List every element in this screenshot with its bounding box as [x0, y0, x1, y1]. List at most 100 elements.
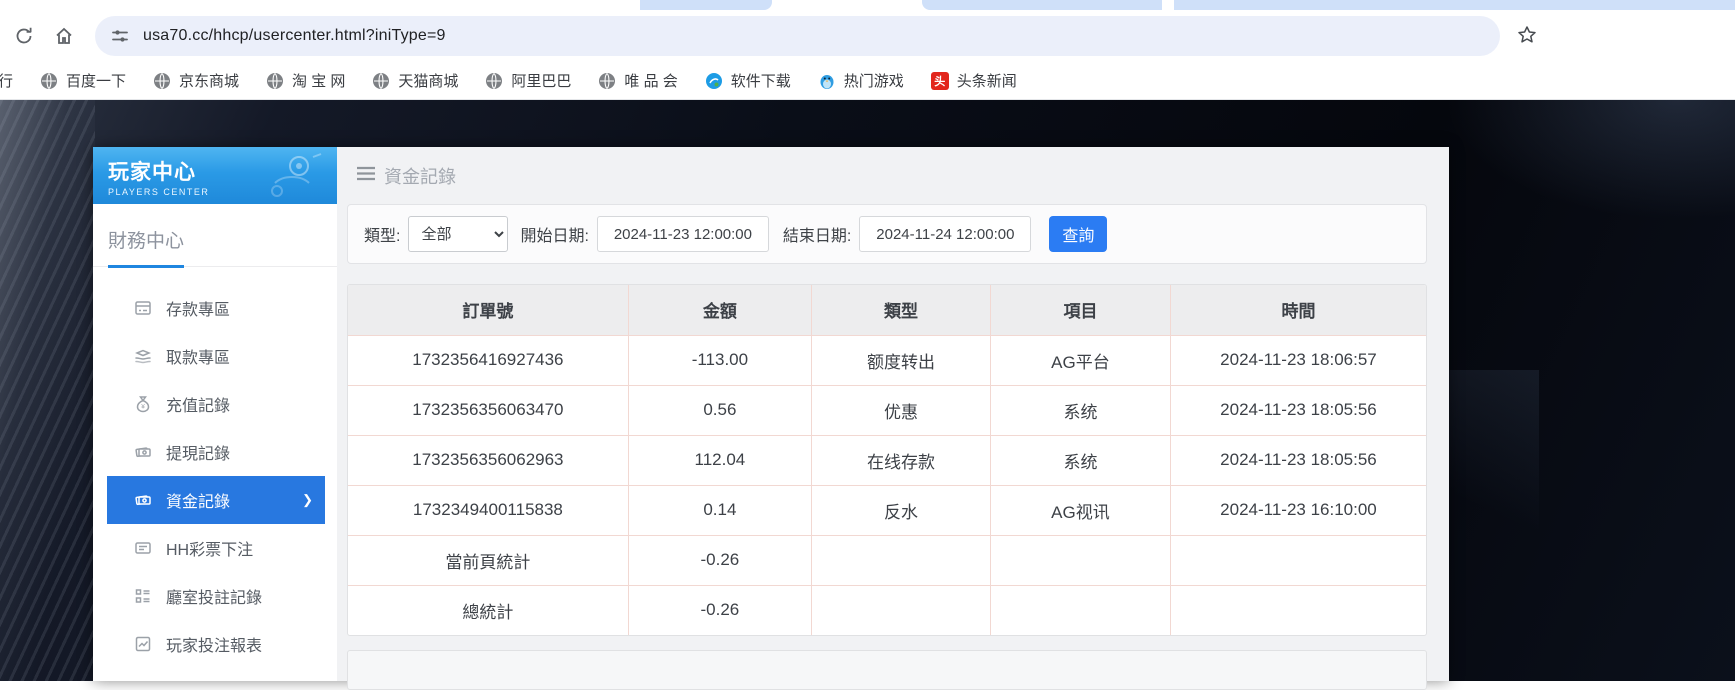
bookmark-item[interactable]: 热门游戏 — [818, 70, 904, 91]
bookmark-item[interactable]: 天猫商城 — [372, 70, 458, 91]
bookmark-label: 阿里巴巴 — [511, 70, 571, 91]
sidebar-item-label: 充值記錄 — [166, 392, 230, 416]
bookmark-item[interactable]: 行 — [0, 70, 13, 91]
column-header: 金額 — [628, 285, 811, 335]
cell-type: 优惠 — [812, 385, 991, 435]
table-header-row: 訂單號 金額 類型 項目 時間 — [348, 285, 1426, 335]
cell-type: 额度转出 — [812, 335, 991, 385]
cell-item: 系统 — [990, 385, 1170, 435]
cell-order: 當前頁統計 — [348, 535, 628, 585]
sidebar-item-withdraw[interactable]: 取款專區 — [93, 332, 337, 380]
penguin-game-icon — [818, 72, 836, 90]
bookmark-label: 软件下载 — [731, 70, 791, 91]
svg-text:¥: ¥ — [141, 404, 145, 411]
table-row-grand-total: 總統計 -0.26 — [348, 585, 1426, 635]
bookmark-item[interactable]: 京东商城 — [153, 70, 239, 91]
bookmark-label: 唯 品 会 — [624, 70, 677, 91]
column-header: 項目 — [990, 285, 1170, 335]
page-background: 玩家中心 PLAYERS CENTER 財務中心 — [0, 100, 1735, 681]
report-chart-icon — [133, 634, 153, 654]
bookmark-star-icon[interactable] — [1511, 19, 1543, 51]
table-row: 1732349400115838 0.14 反水 AG视讯 2024-11-23… — [348, 485, 1426, 535]
cell-type — [812, 585, 991, 635]
browser-toolbar: usa70.cc/hhcp/usercenter.html?iniType=9 — [0, 10, 1735, 62]
reload-icon[interactable] — [8, 20, 40, 52]
bookmarks-bar: 行 百度一下 京东商城 淘 宝 网 天猫商城 阿里巴巴 唯 品 会 软件下载 热… — [0, 62, 1735, 100]
sidebar-item-player-report[interactable]: 玩家投注報表 — [93, 620, 337, 668]
column-header: 訂單號 — [348, 285, 628, 335]
sidebar-item-label: 提現記錄 — [166, 440, 230, 464]
bookmark-label: 京东商城 — [179, 70, 239, 91]
table-row-page-total: 當前頁統計 -0.26 — [348, 535, 1426, 585]
cell-amount: -0.26 — [628, 585, 811, 635]
background-glow — [1445, 100, 1735, 220]
globe-icon — [266, 72, 284, 90]
url-text[interactable]: usa70.cc/hhcp/usercenter.html?iniType=9 — [143, 27, 446, 45]
sidebar-item-hall-bet-record[interactable]: 廳室投註記錄 — [93, 572, 337, 620]
tab-edge — [1174, 0, 1735, 10]
tab-edge — [640, 0, 772, 10]
sidebar-item-label: 資金記錄 — [166, 488, 230, 512]
sidebar-item-label: 取款專區 — [166, 344, 230, 368]
bookmark-item[interactable]: 头 头条新闻 — [931, 70, 1017, 91]
cell-time: 2024-11-23 18:06:57 — [1170, 335, 1426, 385]
start-date-label: 開始日期: — [520, 222, 588, 246]
cell-order: 1732356416927436 — [348, 335, 628, 385]
bookmark-label: 头条新闻 — [957, 70, 1017, 91]
deposit-card-icon — [133, 298, 153, 318]
gamepad-icon — [247, 153, 327, 204]
sidebar-item-withdraw-record[interactable]: 提現記錄 — [93, 428, 337, 476]
end-date-label: 結束日期: — [783, 222, 851, 246]
sidebar-item-hh-lottery[interactable]: HH彩票下注 — [93, 524, 337, 572]
ticket-icon — [133, 538, 153, 558]
background-wedge — [1449, 370, 1539, 580]
sidebar-section-title: 財務中心 — [93, 204, 337, 253]
home-icon[interactable] — [48, 20, 80, 52]
cell-amount: -0.26 — [628, 535, 811, 585]
cell-order: 1732356356062963 — [348, 435, 628, 485]
site-info-icon[interactable] — [111, 27, 129, 45]
cell-type: 在线存款 — [812, 435, 991, 485]
cell-item — [990, 585, 1170, 635]
cell-order: 1732349400115838 — [348, 485, 628, 535]
bookmark-label: 淘 宝 网 — [292, 70, 345, 91]
cell-amount: -113.00 — [628, 335, 811, 385]
page-title-bar: 資金記錄 — [337, 147, 1449, 204]
hamburger-icon[interactable] — [357, 166, 375, 186]
sidebar-item-funds-record[interactable]: 資金記錄 ❯ — [107, 476, 325, 524]
bookmark-item[interactable]: 百度一下 — [40, 70, 126, 91]
tab-edge — [922, 0, 1162, 10]
bookmark-item[interactable]: 软件下载 — [705, 70, 791, 91]
cell-item: 系统 — [990, 435, 1170, 485]
background-texture — [0, 100, 95, 681]
start-date-input[interactable] — [597, 216, 769, 252]
sidebar-item-label: 廳室投註記錄 — [166, 584, 262, 608]
bookmark-item[interactable]: 阿里巴巴 — [485, 70, 571, 91]
players-center-banner: 玩家中心 PLAYERS CENTER — [93, 147, 337, 204]
table-row: 1732356356062963 112.04 在线存款 系统 2024-11-… — [348, 435, 1426, 485]
address-bar[interactable]: usa70.cc/hhcp/usercenter.html?iniType=9 — [95, 16, 1500, 56]
banknote-icon — [133, 442, 153, 462]
query-button[interactable]: 查詢 — [1049, 216, 1107, 252]
end-date-input[interactable] — [859, 216, 1031, 252]
cell-time: 2024-11-23 16:10:00 — [1170, 485, 1426, 535]
globe-icon — [372, 72, 390, 90]
sidebar-item-deposit[interactable]: 存款專區 — [93, 284, 337, 332]
cell-order: 1732356356063470 — [348, 385, 628, 435]
sidebar-menu: 存款專區 取款專區 ¥ 充值記錄 — [93, 284, 337, 668]
cell-time: 2024-11-23 18:05:56 — [1170, 435, 1426, 485]
bookmark-label: 热门游戏 — [844, 70, 904, 91]
type-select[interactable]: 全部 — [408, 216, 508, 252]
bookmark-label: 天猫商城 — [398, 70, 458, 91]
globe-icon — [153, 72, 171, 90]
software-download-icon — [705, 72, 723, 90]
user-center-panel: 玩家中心 PLAYERS CENTER 財務中心 — [93, 147, 1449, 681]
type-label: 類型: — [364, 222, 400, 246]
cell-amount: 0.56 — [628, 385, 811, 435]
sidebar-item-recharge-record[interactable]: ¥ 充值記錄 — [93, 380, 337, 428]
bookmark-item[interactable]: 淘 宝 网 — [266, 70, 345, 91]
cell-item: AG平台 — [990, 335, 1170, 385]
bookmark-item[interactable]: 唯 品 会 — [598, 70, 677, 91]
cell-item: AG视讯 — [990, 485, 1170, 535]
cell-amount: 112.04 — [628, 435, 811, 485]
